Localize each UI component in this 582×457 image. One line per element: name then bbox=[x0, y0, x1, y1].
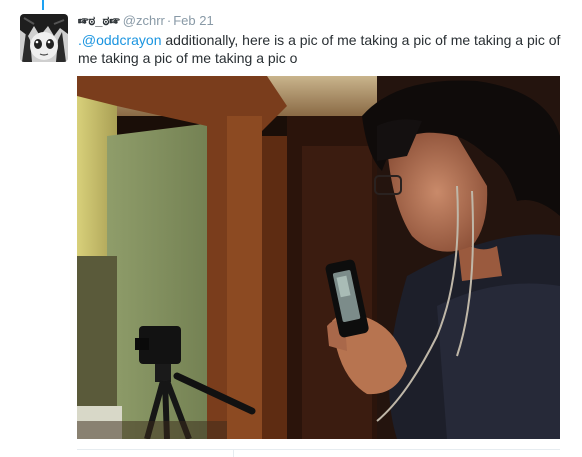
tweet-text: .@oddcrayon additionally, here is a pic … bbox=[78, 31, 568, 67]
meta-separator: · bbox=[166, 13, 172, 28]
user-handle[interactable]: @zchrr bbox=[123, 13, 165, 28]
mention-link[interactable]: @oddcrayon bbox=[82, 32, 162, 48]
anime-avatar-icon bbox=[20, 14, 68, 62]
photo-image bbox=[77, 76, 560, 439]
display-name[interactable]: ☞ಠ_ಠ☞ bbox=[78, 13, 120, 28]
tweet-header: ☞ಠ_ಠ☞ @zchrr · Feb 21 bbox=[78, 13, 214, 29]
tweet-footer-divider bbox=[77, 449, 560, 450]
tweet-timestamp[interactable]: Feb 21 bbox=[173, 13, 213, 28]
avatar[interactable] bbox=[20, 14, 68, 62]
tweet-footer-tick bbox=[233, 449, 234, 457]
tweet-photo[interactable] bbox=[77, 76, 560, 439]
thread-connector-line bbox=[42, 0, 44, 10]
